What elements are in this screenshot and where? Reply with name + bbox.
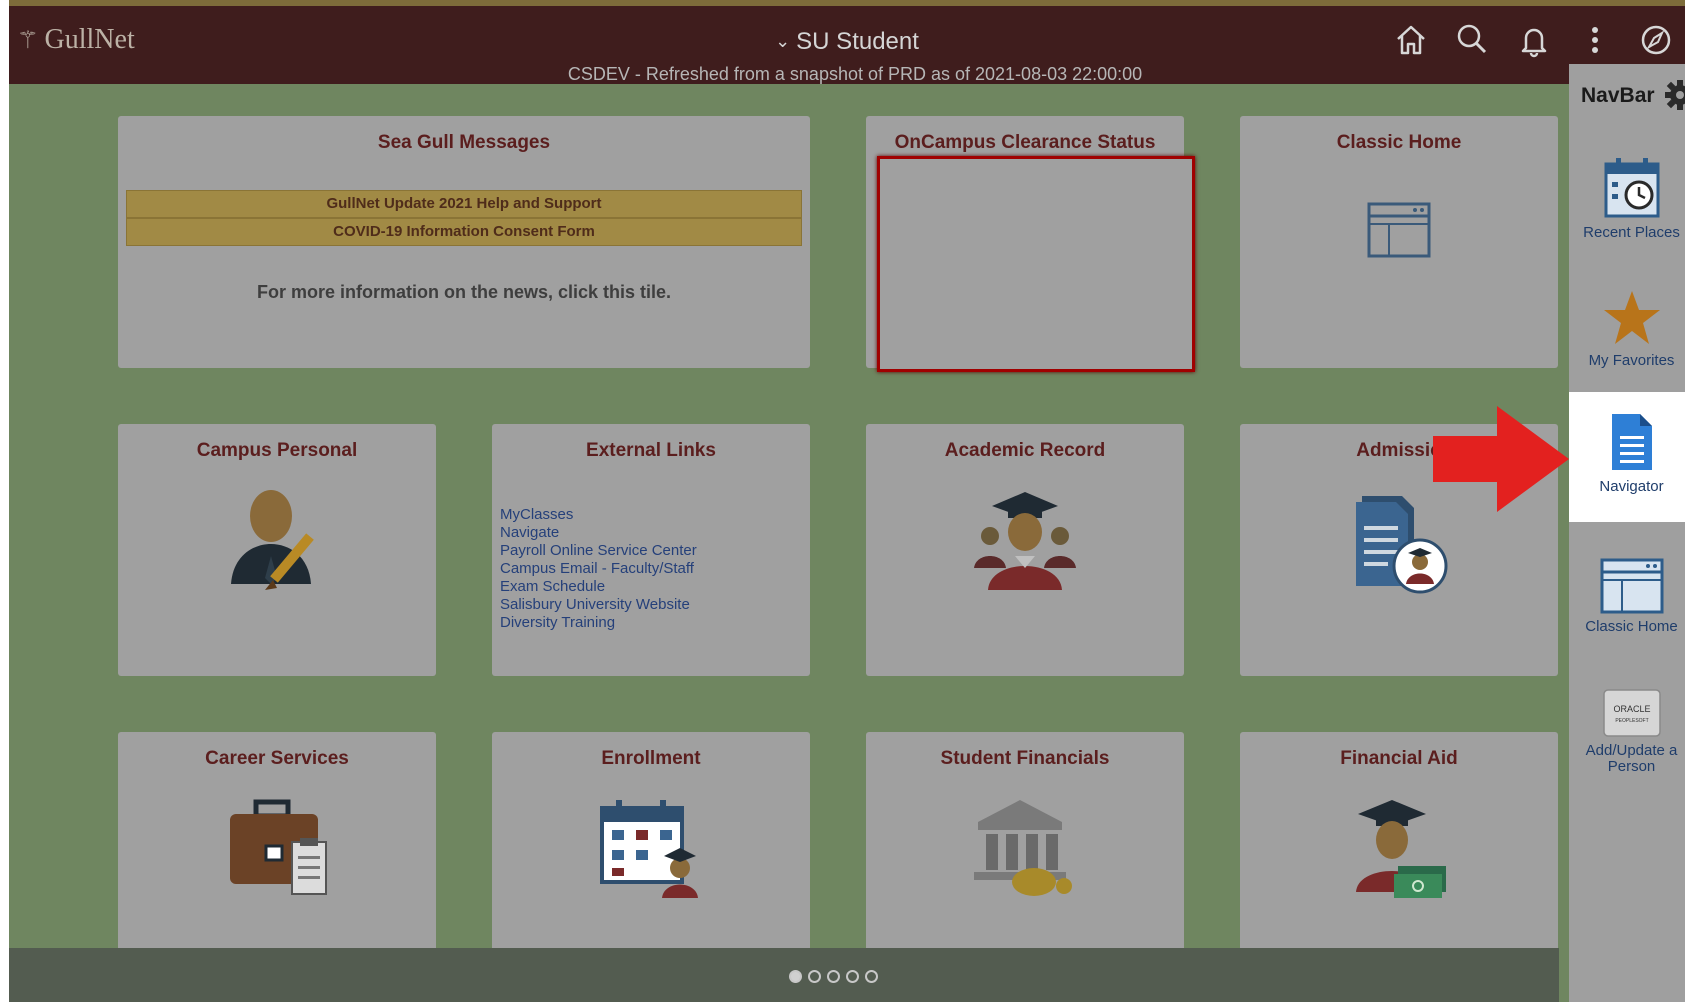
tile-title: Financial Aid: [1340, 748, 1458, 769]
link-campus-email[interactable]: Campus Email - Faculty/Staff: [500, 560, 697, 578]
tile-academic-record[interactable]: Academic Record: [866, 424, 1184, 676]
navbar-item-label-line1: Add/Update a: [1585, 742, 1678, 759]
tile-info-text: For more information on the news, click …: [256, 282, 672, 302]
kebab-menu-icon[interactable]: [1575, 20, 1615, 60]
tile-classic-home[interactable]: Classic Home: [1240, 116, 1558, 368]
peoplesoft-logo-text: PEOPLESOFT: [1615, 718, 1648, 724]
briefcase-icon: [230, 799, 327, 895]
link-salisbury-website[interactable]: Salisbury University Website: [500, 596, 697, 614]
homepage-selector[interactable]: ⌄ SU Student: [9, 28, 1685, 56]
app-header: ⚚ GullNet ⌄ SU Student CSDEV - Refreshed f…: [9, 6, 1685, 84]
person-edit-icon: [231, 490, 314, 590]
tile-title: Classic Home: [1336, 132, 1462, 153]
tile-title: Student Financials: [940, 748, 1110, 769]
bank-money-icon: [974, 800, 1072, 896]
tile-title: Academic Record: [944, 440, 1106, 461]
tile-enrollment[interactable]: Enrollment: [492, 732, 810, 984]
tile-external-links[interactable]: External Links MyClasses Navigate Payrol…: [492, 424, 810, 676]
browser-window-icon: [1367, 202, 1431, 258]
tile-campus-personal[interactable]: Campus Personal: [118, 424, 436, 676]
navbar-title: NavBar: [1581, 84, 1655, 107]
browser-window-icon: [1600, 558, 1663, 614]
tile-title: Sea Gull Messages: [377, 132, 551, 153]
star-icon: [1603, 291, 1660, 344]
navbar-panel: NavBar Recent Places My Favorites Naviga…: [1569, 64, 1685, 1002]
recent-places-icon: [1604, 158, 1659, 218]
home-icon[interactable]: [1391, 20, 1431, 60]
link-exam-schedule[interactable]: Exam Schedule: [500, 578, 697, 596]
message-link-gullnet-update[interactable]: GullNet Update 2021 Help and Support: [126, 190, 802, 218]
link-payroll-online-service-center[interactable]: Payroll Online Service Center: [500, 542, 697, 560]
tile-financial-aid[interactable]: Financial Aid: [1240, 732, 1558, 984]
navbar-item-add-update-person[interactable]: ORACLE PEOPLESOFT Add/Update a Person: [1569, 688, 1685, 808]
chevron-down-icon: ⌄: [775, 31, 791, 51]
navbar-item-label-line2: Person: [1607, 758, 1656, 775]
red-arrow-annotation: [1433, 406, 1569, 512]
tile-title: OnCampus Clearance Status: [894, 132, 1156, 153]
navbar-item-classic-home[interactable]: Classic Home: [1569, 558, 1685, 668]
tile-career-services[interactable]: Career Services: [118, 732, 436, 984]
navbar-item-recent-places[interactable]: Recent Places: [1569, 156, 1685, 266]
search-icon[interactable]: [1452, 20, 1492, 60]
page-dot-3[interactable]: [827, 970, 840, 983]
clearance-status-panel[interactable]: [877, 156, 1195, 372]
navbar-item-label: My Favorites: [1588, 352, 1675, 369]
tile-title: Enrollment: [601, 748, 701, 769]
graduates-icon: [974, 492, 1076, 590]
gear-icon[interactable]: [1665, 80, 1685, 110]
oracle-logo-text: ORACLE: [1613, 704, 1650, 714]
oracle-peoplesoft-icon: ORACLE PEOPLESOFT: [1602, 689, 1661, 737]
external-links-list: MyClasses Navigate Payroll Online Servic…: [500, 506, 697, 632]
navbar-item-my-favorites[interactable]: My Favorites: [1569, 288, 1685, 398]
link-diversity-training[interactable]: Diversity Training: [500, 614, 697, 632]
page-dot-1[interactable]: [789, 970, 802, 983]
navbar-header: NavBar: [1569, 64, 1685, 124]
navigator-document-icon: [1611, 414, 1652, 470]
tile-title: Career Services: [205, 748, 349, 769]
page-dot-4[interactable]: [846, 970, 859, 983]
page-indicator: [789, 970, 878, 983]
navbar-item-label: Classic Home: [1585, 618, 1678, 635]
tile-title: External Links: [586, 440, 716, 461]
bottom-overlay-band: [9, 948, 1559, 1002]
bell-icon[interactable]: [1514, 20, 1554, 60]
graduate-cash-icon: [1356, 800, 1446, 898]
link-navigate[interactable]: Navigate: [500, 524, 697, 542]
page-title: SU Student: [796, 28, 919, 55]
link-myclasses[interactable]: MyClasses: [500, 506, 697, 524]
tile-title: Campus Personal: [196, 440, 358, 461]
calendar-graduate-icon: [600, 800, 698, 898]
navbar-item-navigator[interactable]: Navigator: [1569, 392, 1685, 522]
page-frame: ⚚ GullNet ⌄ SU Student CSDEV - Refreshed f…: [9, 0, 1685, 1002]
page-dot-2[interactable]: [808, 970, 821, 983]
navbar-item-label: Navigator: [1599, 478, 1664, 495]
navbar-item-label: Recent Places: [1583, 224, 1680, 241]
message-link-covid-consent[interactable]: COVID-19 Information Consent Form: [126, 218, 802, 246]
page-dot-5[interactable]: [865, 970, 878, 983]
tile-student-financials[interactable]: Student Financials: [866, 732, 1184, 984]
navbar-compass-icon[interactable]: [1636, 20, 1676, 60]
environment-banner: CSDEV - Refreshed from a snapshot of PRD…: [567, 64, 1143, 84]
tile-sea-gull-messages[interactable]: Sea Gull Messages GullNet Update 2021 He…: [118, 116, 810, 368]
